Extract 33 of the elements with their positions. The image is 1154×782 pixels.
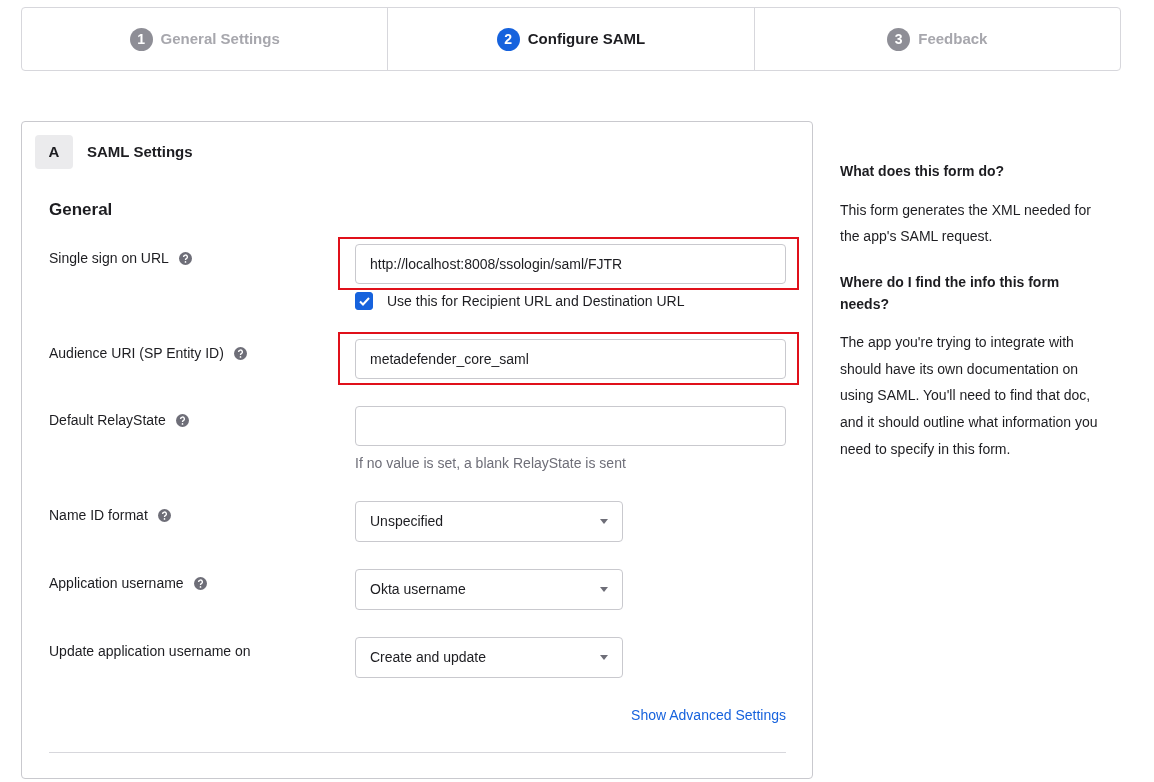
- checkbox[interactable]: [355, 292, 373, 310]
- help-question: What does this form do?: [840, 162, 1006, 181]
- help-icon[interactable]: [178, 251, 192, 265]
- caret-icon: [600, 518, 608, 524]
- help-icon[interactable]: [193, 576, 207, 590]
- hint-text: If no value is set, a blank RelayState is sent: [355, 453, 627, 473]
- step-tab[interactable]: 2 Configure SAML: [388, 8, 755, 70]
- text-input[interactable]: [355, 405, 786, 446]
- field-label: Single sign on URL: [49, 249, 169, 267]
- advanced-settings-link[interactable]: Show Advanced Settings: [631, 704, 786, 726]
- field-label: Default RelayState: [49, 411, 166, 429]
- help-icon[interactable]: [157, 508, 171, 522]
- checkbox-label: Use this for Recipient URL and Destination URL: [387, 291, 685, 311]
- help-icon[interactable]: [233, 346, 247, 360]
- checkmark-icon: [358, 296, 370, 306]
- caret-icon: [600, 586, 608, 592]
- select-dropdown[interactable]: Okta username: [355, 568, 623, 610]
- field-label: Audience URI (SP Entity ID): [49, 344, 224, 362]
- help-answer: The app you're trying to integrate with should have its own documentation on using SAML. You'll need to find that doc, and it should outline what information you need to specify in this form.: [840, 333, 1099, 459]
- select-dropdown[interactable]: Create and update: [355, 636, 623, 678]
- section-letter: A: [35, 135, 73, 169]
- help-question: Where do I find the info this form needs?: [840, 272, 1061, 314]
- help-icon[interactable]: [175, 413, 189, 427]
- help-answer: This form generates the XML needed for the app's SAML request.: [840, 200, 1092, 247]
- field-label: Name ID format: [49, 506, 148, 524]
- group-heading: General: [49, 199, 114, 221]
- select-dropdown[interactable]: Unspecified: [355, 500, 623, 542]
- text-input[interactable]: metadefender_core_saml: [355, 338, 786, 379]
- section-title: SAML Settings: [87, 141, 193, 162]
- field-label: Update application username on: [49, 642, 251, 660]
- field-label: Application username: [49, 574, 184, 592]
- caret-icon: [600, 654, 608, 660]
- text-input[interactable]: http://localhost:8008/ssologin/saml/FJTR: [355, 243, 786, 284]
